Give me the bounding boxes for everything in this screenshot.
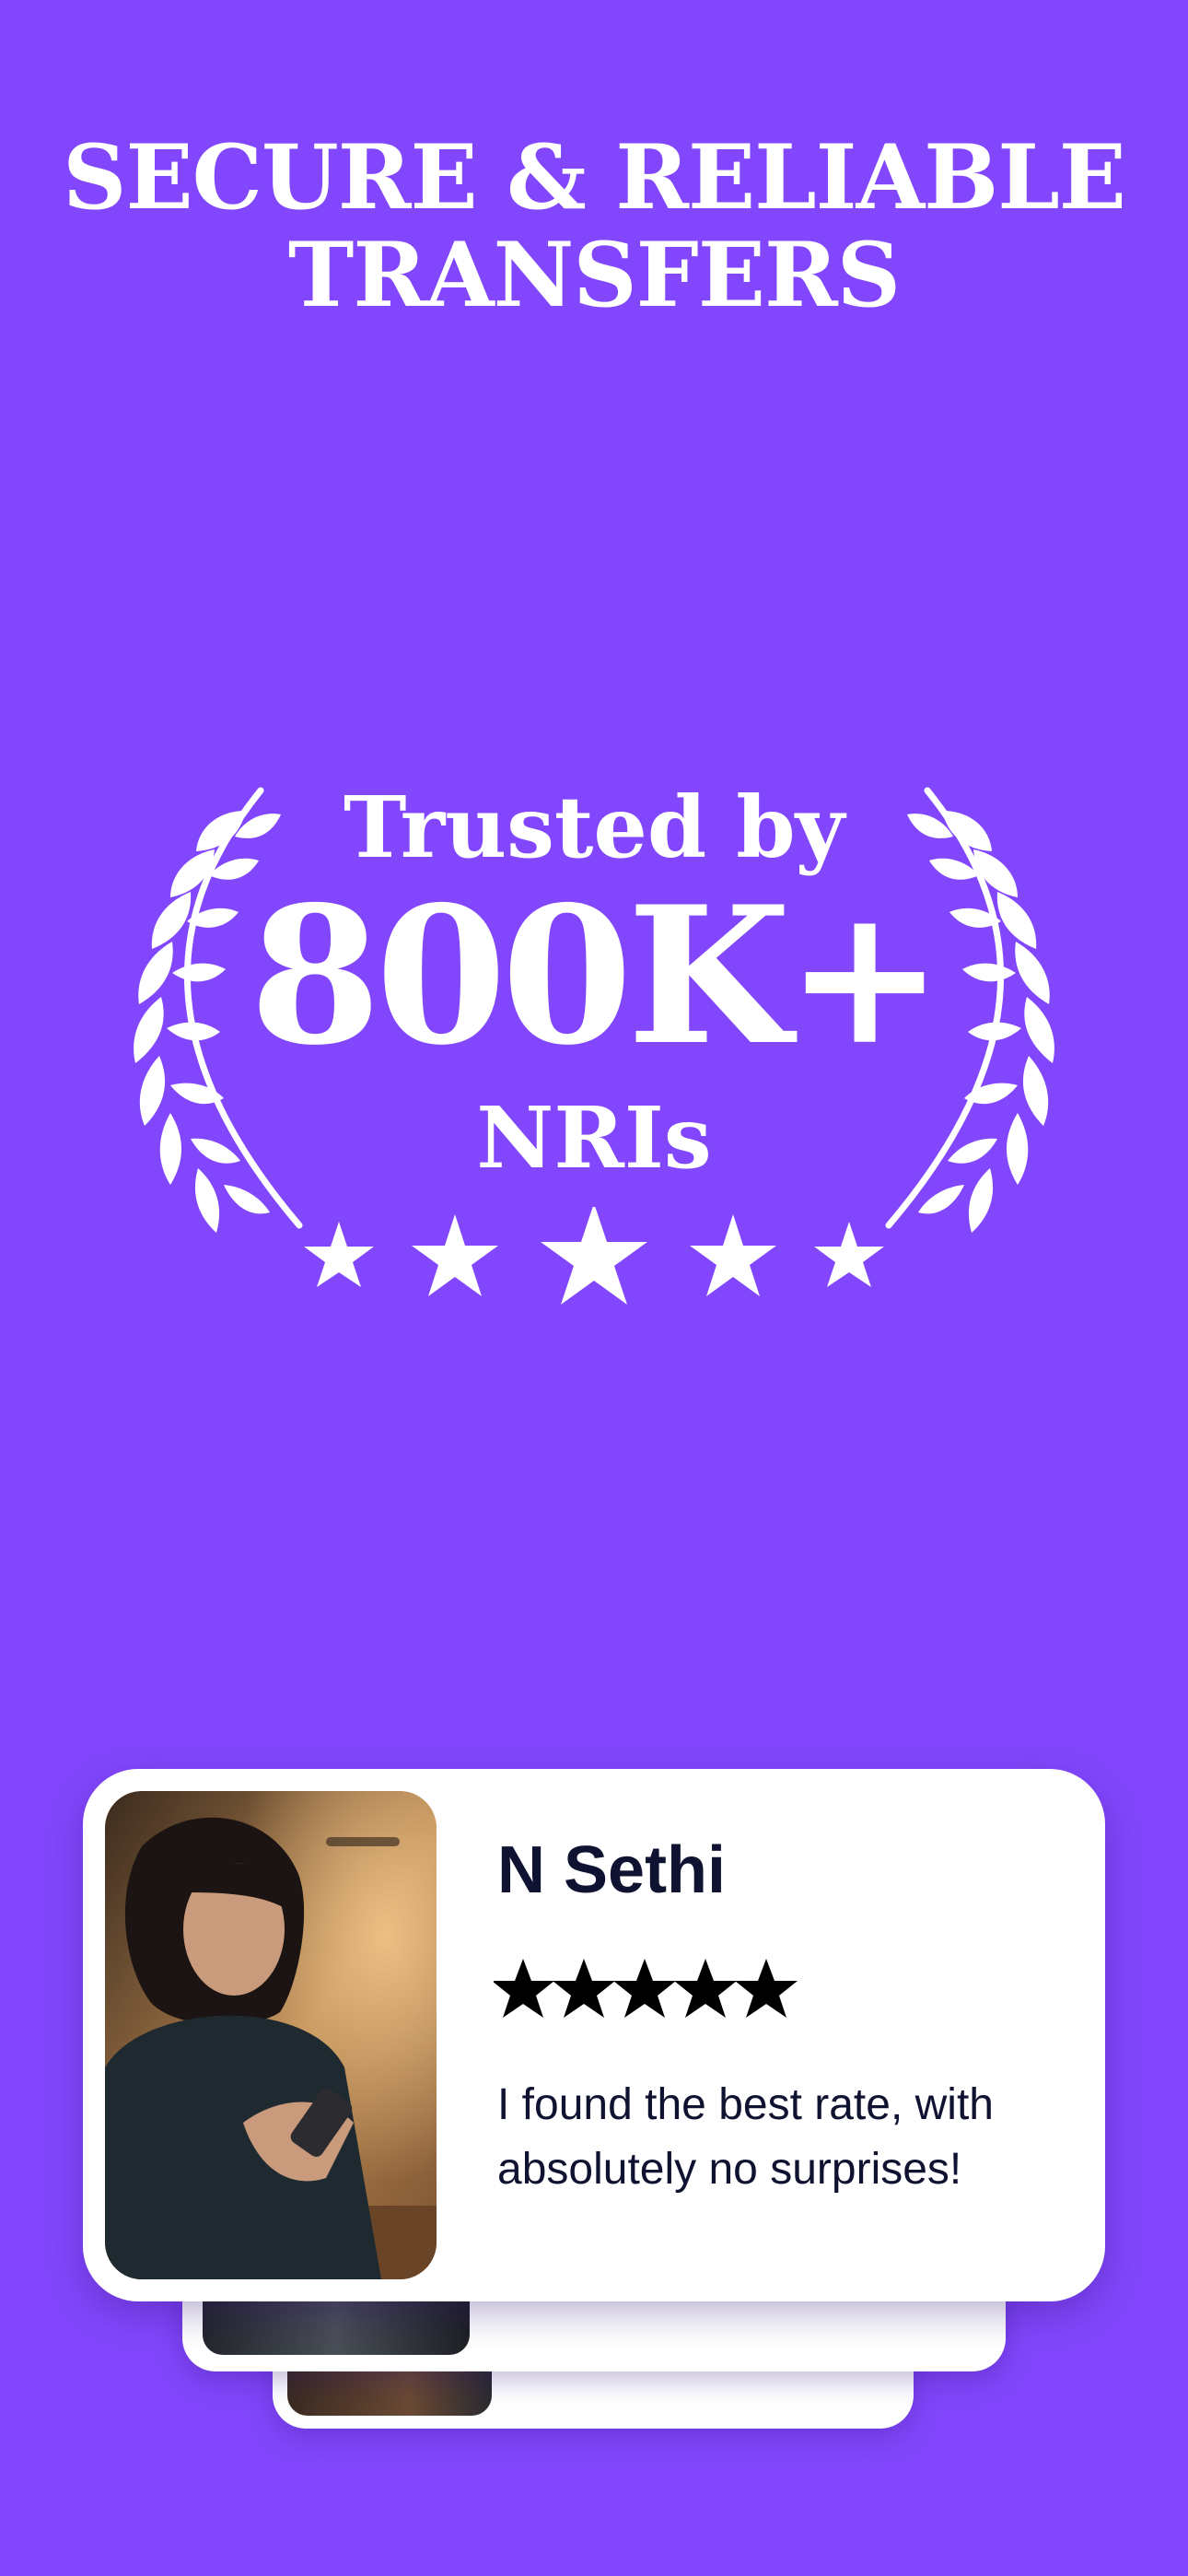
star-icon [494, 1959, 554, 2018]
review-text-line-1: I found the best rate, with [497, 2080, 994, 2129]
star-icon [304, 1222, 374, 1287]
star-icon [412, 1214, 498, 1296]
trusted-by-label: Trusted by [343, 778, 845, 877]
star-icon [690, 1214, 776, 1296]
review-star-rating [494, 1959, 798, 2018]
audience-label: NRIs [476, 1088, 712, 1188]
star-icon [674, 1959, 737, 2018]
reviewer-name: N Sethi [497, 1833, 727, 1907]
headline-line-2: TRANSFERS [287, 223, 901, 327]
star-icon [814, 1222, 884, 1287]
reviewer-photo [105, 1791, 437, 2279]
badge-star-rating [304, 1207, 884, 1305]
review-card[interactable]: N Sethi I found the best rate, with abso… [83, 1769, 1105, 2301]
star-icon [613, 1959, 676, 2018]
review-text: I found the best rate, with absolutely n… [497, 2073, 1068, 2202]
star-icon [735, 1959, 798, 2018]
review-text-line-2: absolutely no surprises! [497, 2145, 962, 2194]
star-icon [541, 1207, 647, 1305]
headline-line-1: SECURE & RELIABLE [63, 125, 1126, 229]
star-icon [553, 1959, 615, 2018]
user-count: 800K+ [250, 866, 944, 1087]
trust-badge: Trusted by 800K+ NRIs [0, 765, 1188, 1354]
headline: SECURE & RELIABLE TRANSFERS [0, 129, 1188, 324]
